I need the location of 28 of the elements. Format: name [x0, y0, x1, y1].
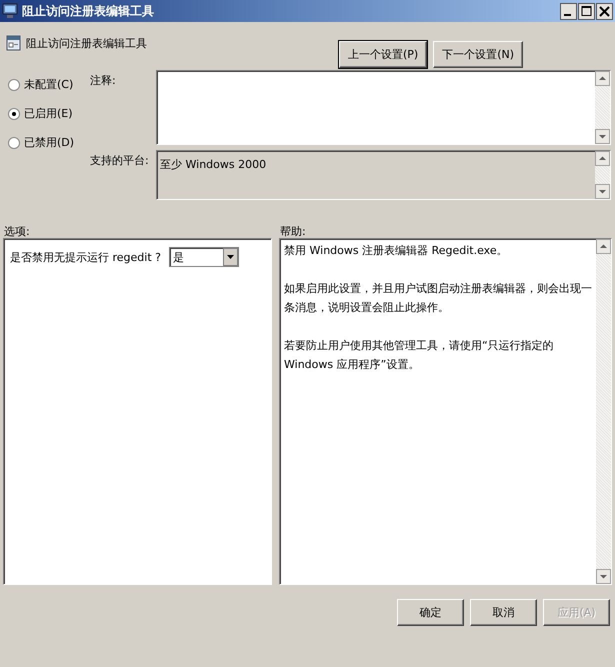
comment-label: 注释: [90, 73, 117, 89]
ok-button[interactable]: 确定 [397, 599, 464, 626]
app-icon [2, 3, 19, 19]
options-label: 选项: [4, 224, 31, 238]
dropdown[interactable]: 是 [168, 247, 239, 267]
radio-button[interactable] [8, 136, 20, 148]
platform-value: 至少 Windows 2000 [159, 157, 268, 173]
radio-button[interactable] [8, 78, 20, 90]
next-setting-button[interactable]: 下一个设置(N) [433, 41, 523, 68]
comment-field[interactable] [156, 70, 611, 145]
close-icon[interactable] [596, 2, 613, 20]
policy-icon [6, 35, 21, 51]
window-title: 阻止访问注册表编辑工具 [22, 2, 155, 20]
cancel-button[interactable]: 取消 [470, 599, 537, 626]
option-prompt: 是否禁用无提示运行 regedit ? [10, 250, 161, 265]
radio-label: 已禁用(D) [24, 135, 74, 150]
radio-button[interactable] [8, 108, 20, 120]
help-paragraph: 禁用 Windows 注册表编辑器 Regedit.exe。 [284, 243, 509, 259]
policy-name: 阻止访问注册表编辑工具 [26, 36, 147, 50]
maximize-icon[interactable] [578, 2, 595, 20]
help-paragraph: 若要防止用户使用其他管理工具，请使用“只运行指定的 Windows 应用程序”设置。 [284, 338, 555, 373]
radio-label: 已启用(E) [24, 106, 73, 121]
help-paragraph: 如果启用此设置，并且用户试图启动注册表编辑器，则会出现一条消息，说明设置会阻止此操作。 [284, 281, 592, 316]
radio-label: 未配置(C) [24, 77, 74, 92]
help-label: 帮助: [280, 224, 307, 238]
platform-label: 支持的平台: [90, 153, 150, 169]
minimize-icon[interactable] [560, 2, 577, 20]
previous-setting-button[interactable]: 上一个设置(P) [338, 41, 428, 68]
